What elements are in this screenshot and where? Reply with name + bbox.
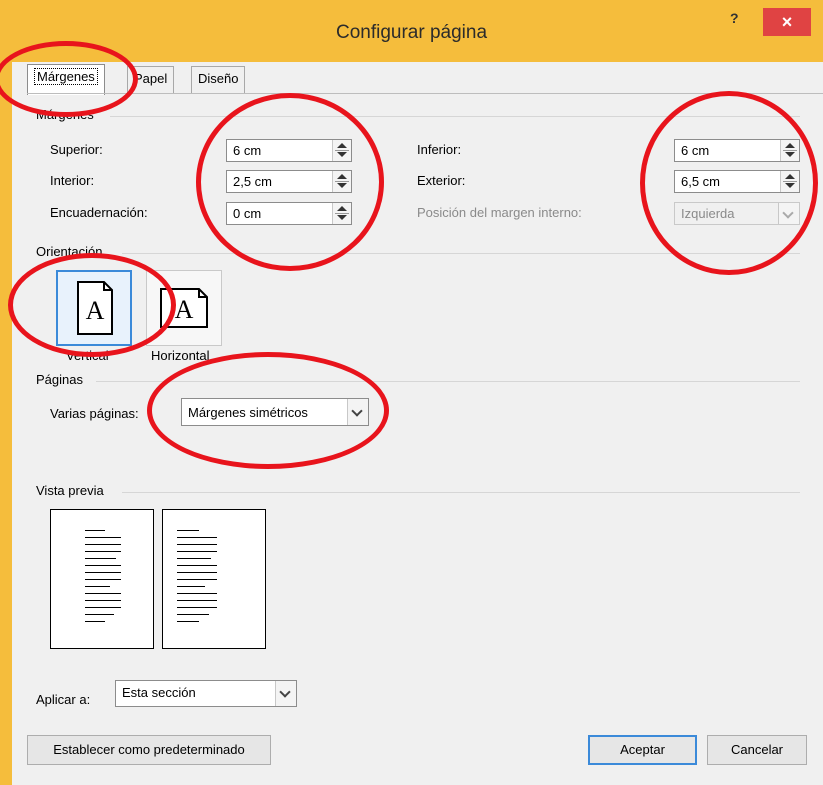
preview-text-line	[177, 614, 209, 615]
preview-text-line	[177, 607, 217, 608]
preview-page-right	[162, 509, 266, 649]
dialog-title: Configurar página	[335, 22, 488, 43]
preview-divider	[122, 492, 800, 493]
ok-button[interactable]: Aceptar	[588, 735, 697, 765]
preview-text-line	[85, 530, 105, 531]
chevron-down-icon[interactable]	[275, 681, 296, 706]
preview-text-line	[177, 600, 217, 601]
title-bar: Configurar página ? ×	[0, 0, 823, 62]
preview-text-line	[177, 558, 211, 559]
preview-text-line	[177, 593, 217, 594]
superior-label: Superior:	[50, 142, 103, 157]
pages-section-label: Páginas	[36, 372, 83, 387]
apply-to-select[interactable]: Esta sección	[115, 680, 297, 707]
preview-text-line	[85, 544, 121, 545]
preview-text-line	[177, 551, 217, 552]
preview-text-line	[177, 565, 217, 566]
preview-text-line	[85, 593, 121, 594]
preview-text-line	[85, 607, 121, 608]
cancel-button[interactable]: Cancelar	[707, 735, 807, 765]
annotation-circle-multiple-pages	[147, 352, 389, 469]
tab-diseno[interactable]: Diseño	[191, 66, 246, 93]
preview-text-line	[85, 551, 121, 552]
page-setup-dialog: Configurar página ? × Márgenes Papel Dis…	[0, 0, 823, 785]
encuadernacion-label: Encuadernación:	[50, 205, 148, 220]
set-default-button[interactable]: Establecer como predeterminado	[27, 735, 271, 765]
annotation-circle-left-margins	[196, 93, 384, 271]
preview-text-line	[177, 579, 217, 580]
preview-page-left	[50, 509, 154, 649]
preview-text-line	[177, 621, 199, 622]
annotation-circle-orientation	[8, 253, 176, 357]
preview-text-line	[177, 544, 217, 545]
preview-text-line	[177, 530, 199, 531]
preview-text-line	[85, 586, 110, 587]
landscape-glyph: A	[175, 295, 194, 324]
preview-text-line	[85, 558, 116, 559]
gutter-position-label: Posición del margen interno:	[417, 205, 582, 220]
inferior-label: Inferior:	[417, 142, 462, 157]
preview-text-line	[85, 621, 105, 622]
preview-text-line	[177, 537, 217, 538]
annotation-circle-tab	[0, 41, 138, 117]
preview-text-line	[85, 565, 121, 566]
window-border	[0, 62, 12, 785]
preview-text-line	[85, 537, 121, 538]
exterior-label: Exterior:	[417, 173, 466, 188]
apply-to-label: Aplicar a:	[36, 692, 91, 707]
preview-text-line	[85, 614, 114, 615]
apply-to-value: Esta sección	[122, 685, 196, 700]
preview-section-label: Vista previa	[36, 483, 104, 498]
multiple-pages-label: Varias páginas:	[50, 406, 139, 421]
preview-text-line	[85, 579, 121, 580]
preview-text-line	[85, 572, 121, 573]
help-icon[interactable]: ?	[730, 10, 739, 26]
close-button[interactable]: ×	[763, 8, 811, 36]
preview-text-line	[177, 586, 205, 587]
preview-text-line	[85, 600, 121, 601]
preview-text-line	[177, 572, 217, 573]
annotation-circle-right-margins	[640, 91, 818, 275]
interior-label: Interior:	[50, 173, 95, 188]
